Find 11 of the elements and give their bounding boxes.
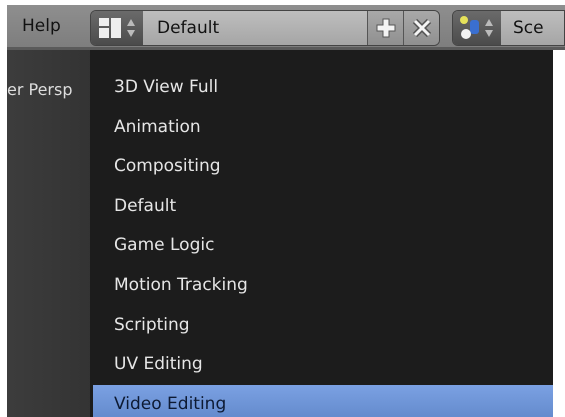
view-label: er Persp (7, 80, 72, 99)
menu-item[interactable]: Motion Tracking (90, 266, 553, 306)
menu-item[interactable]: 3D View Full (90, 68, 553, 108)
menu-item[interactable]: Game Logic (90, 226, 553, 266)
menu-item[interactable]: Default (90, 186, 553, 226)
menu-item[interactable]: Compositing (90, 147, 553, 187)
help-menu[interactable]: Help (22, 16, 90, 36)
menu-item[interactable]: UV Editing (90, 345, 553, 385)
menu-item[interactable]: Scripting (90, 306, 553, 346)
menu-item[interactable]: Animation (90, 108, 553, 148)
menu-item[interactable]: Video Editing (93, 384, 553, 417)
